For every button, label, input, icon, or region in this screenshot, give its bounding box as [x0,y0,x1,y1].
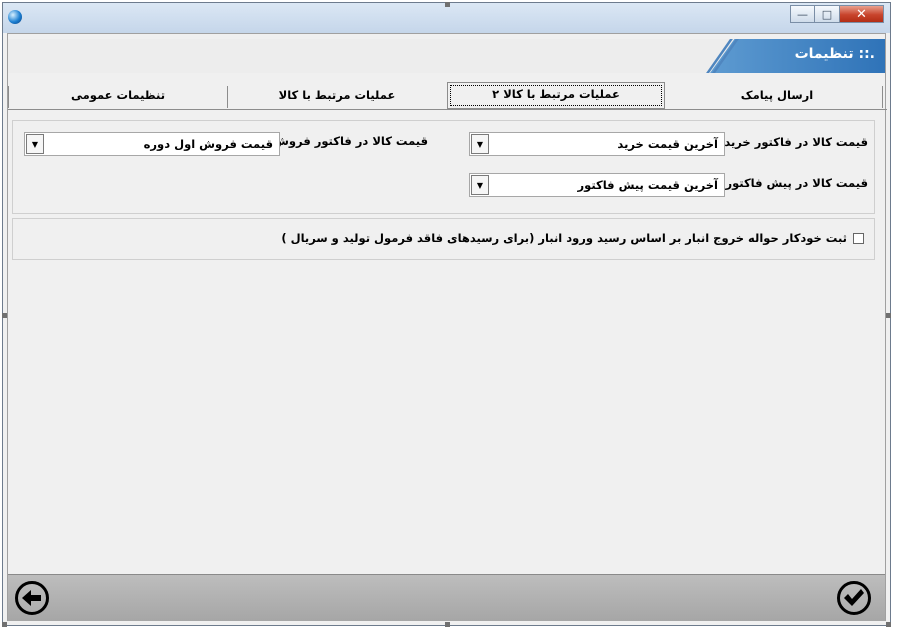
sales-price-label: قيمت كالا در فاكتور فروش : [264,134,428,148]
chevron-down-icon[interactable]: ▼ [471,134,489,154]
sales-price-select[interactable]: قيمت فروش اول دوره ▼ [24,132,280,156]
tab-general-settings[interactable]: تنظيمات عمومى [10,84,226,109]
maximize-button[interactable]: □ [815,5,840,23]
proforma-price-label: قيمت كالا در پيش فاكتور : [716,176,868,190]
resize-handle[interactable] [2,313,7,318]
proforma-price-select[interactable]: آخرين قيمت پيش فاكتور ▼ [469,173,725,197]
tab-divider [8,86,9,108]
back-button[interactable] [15,581,49,615]
purchase-price-label: قيمت كالا در فاكتور خريد : [715,135,868,149]
tab-divider [227,86,228,108]
auto-register-group: ثبت خودكار حواله خروج انبار بر اساس رسيد… [12,218,875,260]
window-controls: — □ ✕ [790,5,884,23]
tab-baseline [8,109,887,110]
bottom-action-bar [8,574,885,621]
resize-handle[interactable] [445,2,450,7]
confirm-check-icon [844,589,864,606]
resize-handle[interactable] [886,313,891,318]
tab-send-sms[interactable]: ارسال پیامک [668,84,886,109]
purchase-price-value: آخرين قيمت خريد [617,137,718,151]
resize-handle[interactable] [2,622,7,627]
form-header: .:: تنظيمات [8,39,885,73]
title-bar: — □ ✕ [3,3,890,33]
confirm-button[interactable] [837,581,871,615]
page-title: .:: تنظيمات [794,46,875,62]
close-button[interactable]: ✕ [840,5,884,23]
tab-goods-operations[interactable]: عمليات مرتبط با كالا [228,84,446,109]
tab-goods-operations-2[interactable]: عمليات مرتبط با كالا ٢ [447,82,665,109]
tab-strip: ارسال پیامک عمليات مرتبط با كالا ٢ عمليا… [8,80,887,110]
tab-divider [882,86,883,108]
chevron-down-icon[interactable]: ▼ [471,175,489,195]
sales-price-value: قيمت فروش اول دوره [143,137,273,151]
app-globe-icon [8,10,22,24]
auto-register-label: ثبت خودكار حواله خروج انبار بر اساس رسيد… [281,231,847,245]
proforma-price-value: آخرين قيمت پيش فاكتور [577,178,719,192]
back-arrow-icon [22,590,41,606]
auto-register-option[interactable]: ثبت خودكار حواله خروج انبار بر اساس رسيد… [281,231,864,245]
minimize-button[interactable]: — [790,5,815,23]
form-body: .:: تنظيمات ارسال پیامک عمليات مرتبط با … [7,33,887,621]
purchase-price-select[interactable]: آخرين قيمت خريد ▼ [469,132,725,156]
resize-handle[interactable] [445,622,450,627]
resize-handle[interactable] [886,622,891,627]
auto-register-checkbox[interactable] [853,232,864,244]
settings-window: — □ ✕ .:: تنظيمات ارسال پیامک عمليات مرت… [2,2,891,626]
price-settings-group: قيمت كالا در فاكتور خريد : آخرين قيمت خر… [12,120,875,214]
chevron-down-icon[interactable]: ▼ [26,134,44,154]
